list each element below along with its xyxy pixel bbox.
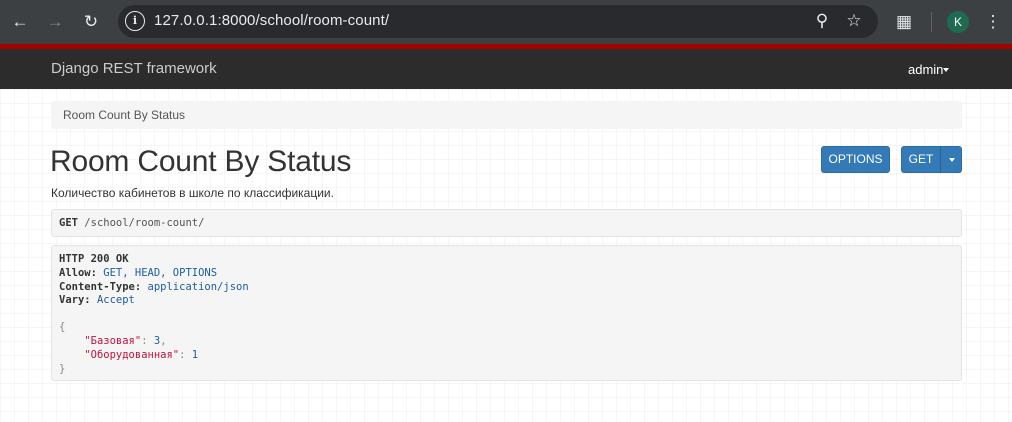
json-entry: "Базовая": 3, — [84, 335, 167, 347]
json-open-brace: { — [59, 321, 66, 333]
get-button[interactable]: GET — [901, 146, 941, 173]
breadcrumb-item[interactable]: Room Count By Status — [63, 108, 185, 122]
back-arrow-icon[interactable]: ← — [9, 11, 31, 33]
url-text[interactable]: 127.0.0.1:8000/school/room-count/ — [154, 12, 389, 29]
response-status: HTTP 200 OK — [59, 253, 129, 265]
json-comma: , — [160, 335, 167, 347]
bookmark-star-icon[interactable]: ☆ — [844, 11, 864, 31]
request-method: GET — [59, 217, 78, 229]
request-info: GET /school/room-count/ — [51, 209, 962, 237]
json-value: 1 — [191, 349, 199, 361]
page-title: Room Count By Status — [50, 145, 352, 178]
get-format-dropdown[interactable] — [940, 146, 962, 173]
site-info-icon[interactable]: i — [125, 11, 145, 31]
json-key: "Оборудованная" — [84, 349, 180, 361]
json-key: "Базовая" — [84, 335, 142, 347]
address-bar[interactable]: i 127.0.0.1:8000/school/room-count/ ⚲ ☆ — [118, 5, 878, 38]
allow-header-label: Allow: — [59, 267, 97, 279]
content-type-header-value: application/json — [147, 281, 249, 293]
menu-dots-icon[interactable]: ⋮ — [982, 11, 1004, 33]
toolbar-divider — [931, 12, 932, 32]
response-info: HTTP 200 OK Allow: GET, HEAD, OPTIONS Co… — [51, 245, 962, 381]
reload-icon[interactable]: ↻ — [80, 11, 102, 33]
zoom-icon[interactable]: ⚲ — [812, 11, 832, 31]
vary-header-value: Accept — [96, 294, 135, 306]
vary-header-label: Vary: — [59, 294, 91, 306]
brand-link[interactable]: Django REST framework — [51, 60, 217, 77]
options-button[interactable]: OPTIONS — [821, 146, 890, 173]
drf-navbar: Django REST framework admin — [0, 49, 1012, 89]
browser-toolbar: ← → ↻ i 127.0.0.1:8000/school/room-count… — [0, 0, 1012, 44]
content-type-header-label: Content-Type: — [59, 281, 142, 293]
chevron-down-icon[interactable] — [943, 68, 949, 72]
allow-header-value: GET, HEAD, OPTIONS — [103, 267, 218, 279]
page-description: Количество кабинетов в школе по классифи… — [51, 186, 334, 200]
forward-arrow-icon[interactable]: → — [44, 11, 66, 33]
json-close-brace: } — [59, 363, 66, 375]
json-entry: "Оборудованная": 1 — [84, 349, 199, 361]
breadcrumb: Room Count By Status — [51, 101, 962, 129]
extensions-icon[interactable]: ▦ — [893, 11, 915, 33]
request-path: /school/room-count/ — [84, 217, 205, 229]
profile-avatar[interactable]: K — [947, 11, 969, 33]
user-menu[interactable]: admin — [908, 62, 943, 77]
chevron-down-icon — [949, 158, 955, 162]
